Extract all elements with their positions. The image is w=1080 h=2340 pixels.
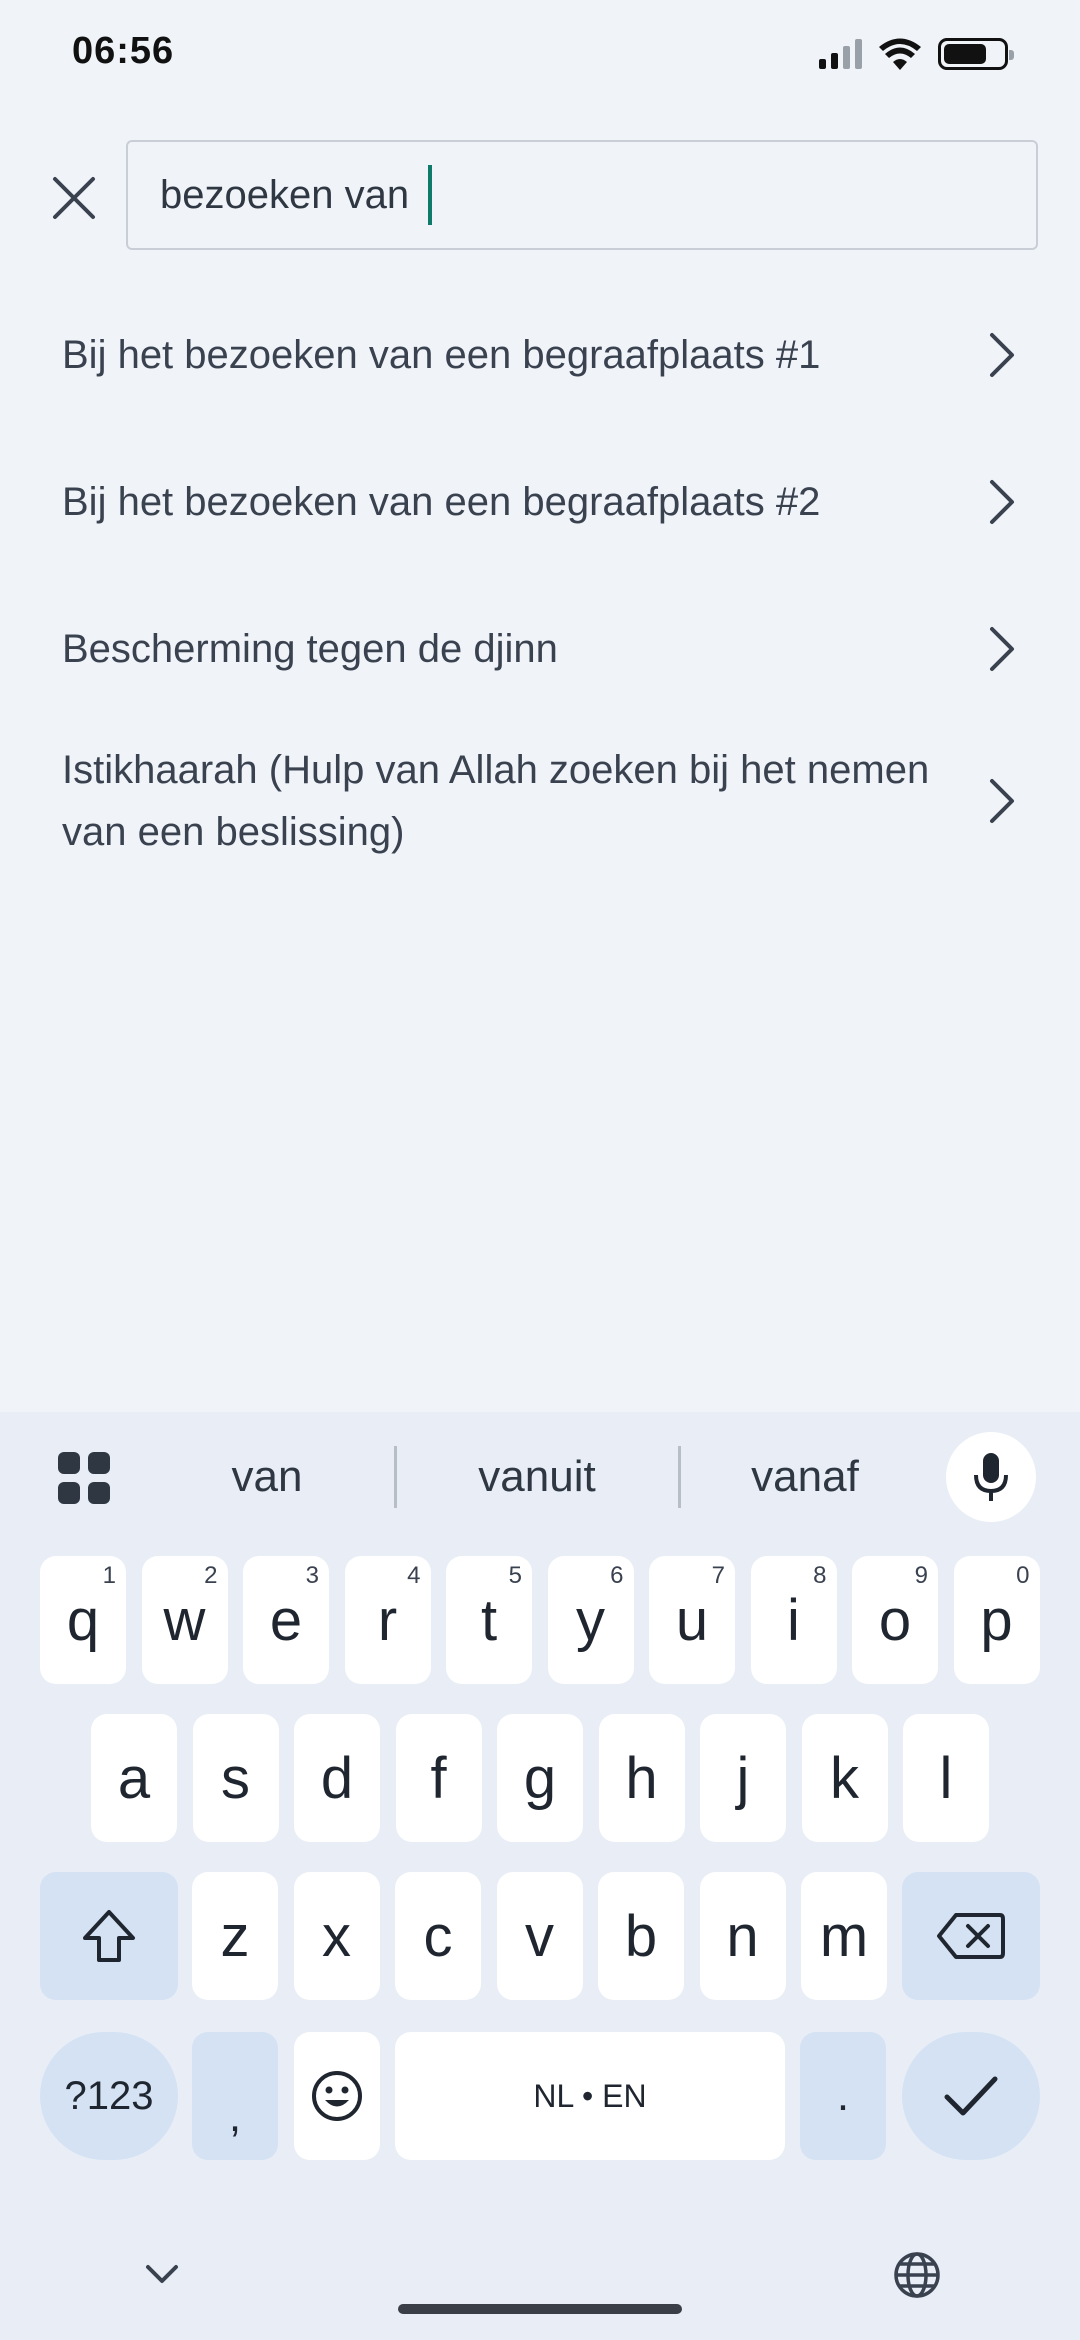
suggestion-2[interactable]: vanuit (412, 1442, 662, 1512)
period-key[interactable]: . (800, 2032, 886, 2160)
key-number-hint: 1 (102, 1562, 116, 1589)
key-number-hint: 5 (508, 1562, 522, 1589)
globe-icon[interactable] (892, 2250, 942, 2300)
cellular-signal-icon (819, 39, 862, 69)
chevron-down-icon[interactable] (144, 2262, 180, 2286)
key-j[interactable]: j (700, 1714, 786, 1842)
key-label: w (163, 1587, 206, 1653)
key-t[interactable]: t5 (446, 1556, 532, 1684)
screen: 06:56 Bij het bezoeken van e (0, 0, 1080, 2340)
suggestion-bar: van vanuit vanaf (0, 1412, 1080, 1542)
key-b[interactable]: b (598, 1872, 684, 2000)
key-m[interactable]: m (801, 1872, 887, 2000)
chevron-right-icon (990, 627, 1014, 671)
key-label: o (878, 1587, 912, 1653)
apps-grid-icon[interactable] (56, 1450, 112, 1506)
chevron-right-icon (990, 779, 1014, 823)
symbols-key[interactable]: ?123 (40, 2032, 178, 2160)
wifi-icon (879, 38, 921, 70)
key-number-hint: 4 (407, 1562, 421, 1589)
chevron-right-icon (990, 480, 1014, 524)
key-z[interactable]: z (192, 1872, 278, 2000)
key-w[interactable]: w2 (141, 1556, 228, 1684)
backspace-key[interactable] (902, 1872, 1040, 2000)
key-number-hint: 2 (204, 1562, 218, 1589)
result-label: Bij het bezoeken van een begraafplaats #… (62, 333, 821, 377)
text-cursor (428, 165, 432, 225)
key-c[interactable]: c (395, 1872, 481, 2000)
chevron-right-icon (990, 333, 1014, 377)
key-label: y (576, 1587, 605, 1653)
result-item-1[interactable]: Bij het bezoeken van een begraafplaats #… (0, 290, 1080, 420)
key-l[interactable]: l (903, 1714, 989, 1842)
key-h[interactable]: h (598, 1714, 685, 1842)
key-s[interactable]: s (192, 1714, 279, 1842)
key-p[interactable]: p0 (953, 1556, 1040, 1684)
search-input[interactable] (160, 142, 1020, 248)
key-r[interactable]: r4 (344, 1556, 431, 1684)
result-item-2[interactable]: Bij het bezoeken van een begraafplaats #… (0, 437, 1080, 567)
result-item-3[interactable]: Bescherming tegen de djinn (0, 584, 1080, 714)
key-number-hint: 9 (914, 1562, 928, 1589)
search-results: Bij het bezoeken van een begraafplaats #… (0, 290, 1080, 876)
key-u[interactable]: u7 (649, 1556, 735, 1684)
result-label: Bij het bezoeken van een begraafplaats #… (62, 480, 821, 524)
key-label: t (480, 1587, 498, 1653)
emoji-icon (312, 2071, 362, 2121)
navigation-bar (0, 2200, 1080, 2340)
key-d[interactable]: d (294, 1714, 380, 1842)
status-time: 06:56 (72, 30, 175, 72)
key-k[interactable]: k (801, 1714, 888, 1842)
shift-icon (83, 1910, 135, 1962)
emoji-key[interactable] (294, 2032, 380, 2160)
space-key[interactable]: NL • EN (395, 2032, 785, 2160)
key-label: e (269, 1587, 303, 1653)
key-f[interactable]: f (395, 1714, 482, 1842)
key-label: p (980, 1587, 1013, 1653)
key-x[interactable]: x (293, 1872, 380, 2000)
comma-key[interactable]: , (192, 2032, 278, 2160)
status-icons (819, 34, 1014, 74)
suggestion-divider (394, 1446, 397, 1508)
key-number-hint: 8 (813, 1562, 827, 1589)
search-box[interactable] (126, 140, 1038, 250)
key-number-hint: 7 (711, 1562, 725, 1589)
home-indicator[interactable] (398, 2304, 682, 2314)
key-number-hint: 0 (1016, 1562, 1030, 1589)
close-button[interactable] (36, 160, 112, 236)
voice-input-button[interactable] (946, 1432, 1036, 1522)
shift-key[interactable] (40, 1872, 178, 2000)
key-e[interactable]: e3 (243, 1556, 329, 1684)
key-g[interactable]: g (497, 1714, 583, 1842)
key-label: i (787, 1587, 800, 1653)
key-o[interactable]: o9 (852, 1556, 938, 1684)
key-v[interactable]: v (496, 1872, 583, 2000)
key-number-hint: 3 (305, 1562, 319, 1589)
close-icon (53, 177, 95, 219)
battery-icon (938, 38, 1014, 70)
status-bar: 06:56 (0, 0, 1080, 110)
suggestion-3[interactable]: vanaf (680, 1442, 930, 1512)
enter-key[interactable] (902, 2032, 1040, 2160)
microphone-icon (974, 1453, 1008, 1501)
key-label: u (675, 1587, 709, 1653)
key-n[interactable]: n (699, 1872, 786, 2000)
key-number-hint: 6 (610, 1562, 624, 1589)
result-label: Bescherming tegen de djinn (62, 627, 558, 671)
backspace-icon (937, 1913, 1005, 1959)
key-a[interactable]: a (91, 1714, 177, 1842)
checkmark-icon (944, 2076, 998, 2116)
key-label: r (377, 1587, 398, 1653)
suggestion-1[interactable]: van (142, 1442, 392, 1512)
key-y[interactable]: y6 (547, 1556, 634, 1684)
key-q[interactable]: q1 (40, 1556, 126, 1684)
key-i[interactable]: i8 (750, 1556, 837, 1684)
result-item-4[interactable]: Istikhaarah (Hulp van Allah zoeken bij h… (0, 726, 1080, 876)
result-label: Istikhaarah (Hulp van Allah zoeken bij h… (62, 748, 930, 854)
key-label: q (66, 1587, 100, 1653)
